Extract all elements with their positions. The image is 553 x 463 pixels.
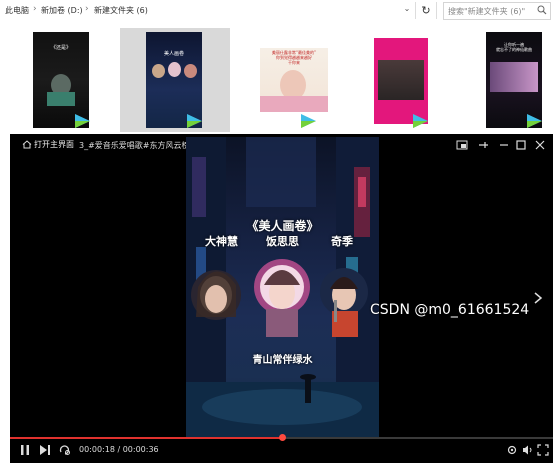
- time-display: 00:00:18 / 00:00:36: [79, 445, 159, 454]
- volume-icon[interactable]: [522, 444, 534, 456]
- video-player-icon: [75, 114, 90, 128]
- next-track-icon[interactable]: [38, 443, 52, 457]
- thumbnail-caption: 美丽仕露非常“最佳美的” 你到觉得越越来越好 干你来: [271, 50, 317, 65]
- video-player-icon: [187, 114, 202, 128]
- thumbnail-caption: 美人画卷: [163, 51, 184, 57]
- video-title-overlay: 《美人画卷》: [246, 219, 319, 233]
- watermark: CSDN @m0_61661524: [370, 302, 530, 318]
- refresh-button[interactable]: ↻: [415, 2, 437, 19]
- settings-icon[interactable]: [506, 444, 518, 456]
- progress-fill: [10, 437, 282, 439]
- seek-bar[interactable]: [10, 434, 553, 441]
- breadcrumb-separator-icon: ›: [85, 4, 89, 14]
- loop-icon[interactable]: [58, 443, 72, 457]
- video-file-2-selected[interactable]: 美人画卷: [120, 28, 230, 132]
- minimize-icon[interactable]: [498, 139, 510, 151]
- video-player-window: 打开主界面 3_#爱音乐爱唱歌#东方风云榜.mp4 《美人画卷》 大神慧 饭思思…: [10, 134, 553, 463]
- video-singer-name-1: 大神慧: [205, 235, 238, 248]
- video-frame[interactable]: 《美人画卷》 大神慧 饭思思 奇季 青山常伴绿水: [186, 137, 379, 437]
- pause-icon[interactable]: [18, 443, 32, 457]
- home-icon: [22, 140, 32, 149]
- video-thumbnail: 美丽仕露非常“最佳美的” 你到觉得越越来越好 干你来: [260, 48, 328, 112]
- night-street-scene: [186, 137, 379, 437]
- close-icon[interactable]: [534, 139, 546, 151]
- video-singer-name-2: 饭思思: [266, 235, 299, 248]
- video-file-5[interactable]: 让你听一遍 就忘不了的神仙歌曲: [466, 28, 553, 132]
- breadcrumb-folder[interactable]: 新建文件夹 (6): [94, 5, 148, 16]
- chevron-down-icon[interactable]: ⌄: [401, 4, 413, 16]
- video-file-4[interactable]: [350, 28, 460, 132]
- thumbnail-caption: 《还是》: [50, 45, 71, 51]
- seek-handle[interactable]: [278, 434, 286, 441]
- video-player-icon: [301, 114, 316, 128]
- search-placeholder: 搜索"新建文件夹 (6)": [448, 7, 526, 16]
- video-file-3[interactable]: 美丽仕露非常“最佳美的” 你到觉得越越来越好 干你来: [234, 28, 344, 132]
- file-thumbnails: 《还是》 美人画卷 美丽仕露非常“最佳美的” 你到觉得越越来越好 干你来 让你听…: [0, 22, 553, 134]
- breadcrumb-separator-icon: ›: [33, 4, 37, 14]
- thumbnail-caption: 让你听一遍 就忘不了的神仙歌曲: [496, 42, 532, 52]
- maximize-icon[interactable]: [515, 139, 527, 151]
- video-singer-name-3: 奇季: [331, 235, 353, 248]
- video-lyric-caption: 青山常伴绿水: [252, 355, 313, 366]
- search-input[interactable]: 搜索"新建文件夹 (6)": [443, 2, 551, 20]
- breadcrumb-drive[interactable]: 新加卷 (D:): [41, 5, 83, 16]
- search-icon: [537, 5, 547, 15]
- address-bar: 此电脑 › 新加卷 (D:) › 新建文件夹 (6) ⌄ ↻ 搜索"新建文件夹 …: [0, 0, 553, 23]
- open-main-interface-button[interactable]: 打开主界面: [22, 139, 74, 150]
- breadcrumb-this-pc[interactable]: 此电脑: [5, 5, 29, 16]
- video-player-icon: [413, 114, 428, 128]
- video-player-icon: [527, 114, 542, 128]
- pin-icon[interactable]: [477, 139, 489, 151]
- home-label: 打开主界面: [34, 140, 74, 149]
- fullscreen-icon[interactable]: [537, 444, 549, 456]
- picture-in-picture-icon[interactable]: [456, 139, 468, 151]
- chevron-right-icon[interactable]: [533, 291, 543, 305]
- video-file-1[interactable]: 《还是》: [12, 28, 122, 132]
